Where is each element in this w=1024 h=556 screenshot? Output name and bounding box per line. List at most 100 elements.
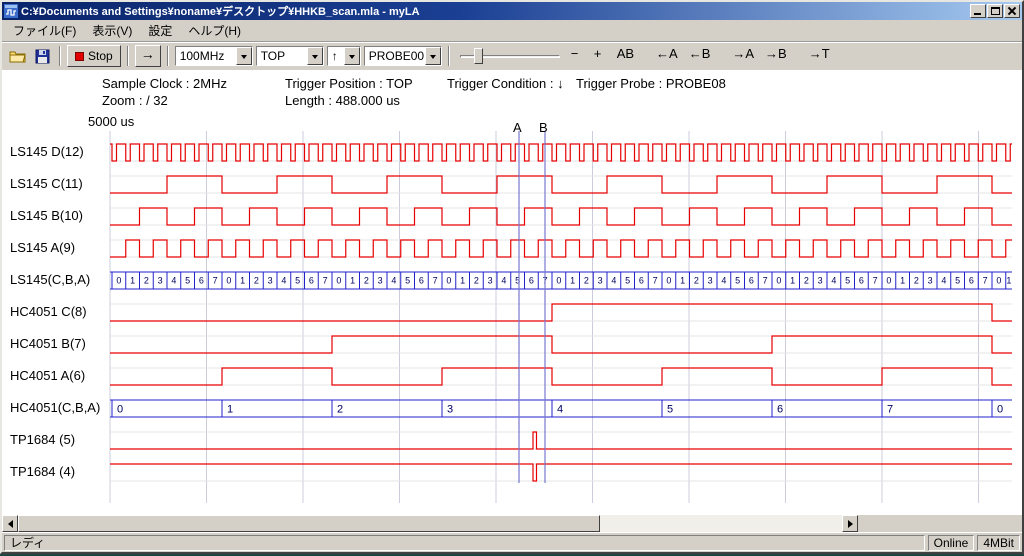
bus-value: 2	[584, 276, 589, 286]
toolbar-separator	[59, 46, 61, 66]
goto-marker-b-left-button[interactable]: ←B	[685, 46, 715, 66]
bus-value: 1	[790, 276, 795, 286]
status-bar: レディ Online 4MBit	[2, 532, 1022, 552]
horizontal-scrollbar[interactable]	[2, 515, 858, 532]
zoom-slider[interactable]	[460, 46, 560, 66]
bus-value: 1	[460, 276, 465, 286]
waveform-canvas[interactable]: 0123456701234567012345670123456701234567…	[2, 131, 1022, 515]
sample-clock-value: 100MHz	[176, 47, 236, 65]
signal-label[interactable]: HC4051(C,B,A)	[10, 399, 100, 416]
chevron-down-icon[interactable]	[425, 47, 441, 65]
goto-marker-b-right-button[interactable]: →B	[761, 46, 791, 66]
menu-item-view[interactable]: 表示(V)	[84, 20, 140, 41]
bus-value: 6	[639, 276, 644, 286]
scroll-left-button[interactable]	[2, 515, 18, 532]
open-file-button[interactable]	[6, 45, 28, 67]
waveform-trace	[110, 176, 1012, 193]
bus-value: 1	[900, 276, 905, 286]
trigger-probe-select[interactable]: PROBE00	[364, 46, 442, 66]
minimize-icon	[974, 13, 981, 15]
scrollbar-track[interactable]	[18, 515, 842, 532]
minimize-button[interactable]	[970, 4, 986, 18]
maximize-button[interactable]	[987, 4, 1003, 18]
bus-value: 6	[859, 276, 864, 286]
bus-value: 6	[749, 276, 754, 286]
chevron-down-icon[interactable]	[307, 47, 323, 65]
bus-value: 7	[433, 276, 438, 286]
close-icon	[1007, 6, 1017, 16]
bus-value: 3	[268, 276, 273, 286]
menu-item-settings[interactable]: 設定	[140, 20, 180, 41]
marker-label-a[interactable]: A	[513, 120, 522, 135]
chevron-down-icon[interactable]	[344, 47, 360, 65]
signal-label[interactable]: LS145 A(9)	[10, 239, 75, 256]
signal-label[interactable]: HC4051 A(6)	[10, 367, 85, 384]
folder-open-icon	[9, 49, 26, 63]
info-trigger-condition: Trigger Condition : ↓	[447, 76, 564, 91]
signal-label[interactable]: LS145(C,B,A)	[10, 271, 90, 288]
run-button[interactable]: →	[135, 45, 161, 67]
bus-value: 7	[887, 404, 893, 416]
bus-value: 0	[226, 276, 231, 286]
bus-value: 3	[447, 404, 453, 416]
bus-value: 4	[941, 276, 946, 286]
bus-value: 2	[144, 276, 149, 286]
chevron-down-icon[interactable]	[236, 47, 252, 65]
signal-label[interactable]: LS145 C(11)	[10, 175, 83, 192]
scrollbar-row	[2, 515, 1022, 532]
scrollbar-thumb[interactable]	[18, 515, 600, 532]
bus-value: 4	[281, 276, 286, 286]
signal-label[interactable]: TP1684 (4)	[10, 463, 75, 480]
menu-item-file[interactable]: ファイル(F)	[5, 20, 84, 41]
menu-bar: ファイル(F) 表示(V) 設定 ヘルプ(H)	[2, 20, 1022, 41]
zoom-in-button[interactable]: +	[590, 46, 610, 66]
bus-value: 7	[213, 276, 218, 286]
bus-value: 4	[171, 276, 176, 286]
bus-value: 3	[158, 276, 163, 286]
sample-clock-select[interactable]: 100MHz	[175, 46, 253, 66]
bus-value: 7	[323, 276, 328, 286]
waveform-trace	[110, 144, 1012, 161]
status-memory: 4MBit	[977, 535, 1020, 551]
signal-label[interactable]: LS145 D(12)	[10, 143, 84, 160]
trigger-position-select[interactable]: TOP	[256, 46, 324, 66]
trigger-edge-select[interactable]: ↑	[327, 46, 361, 66]
close-button[interactable]	[1004, 4, 1020, 18]
bus-value: 2	[914, 276, 919, 286]
bus-value: 0	[446, 276, 451, 286]
waveform-area: Sample Clock : 2MHz Trigger Position : T…	[2, 70, 1022, 515]
scroll-right-button[interactable]	[842, 515, 858, 532]
bus-value: 5	[185, 276, 190, 286]
goto-trigger-button[interactable]: →T	[805, 46, 834, 66]
bus-value: 3	[708, 276, 713, 286]
bus-value: 2	[337, 404, 343, 416]
bus-value: 0	[116, 276, 121, 286]
goto-marker-a-left-button[interactable]: ←A	[652, 46, 682, 66]
save-file-button[interactable]	[31, 45, 53, 67]
bus-value: 1	[570, 276, 575, 286]
signal-label[interactable]: HC4051 B(7)	[10, 335, 86, 352]
marker-label-b[interactable]: B	[539, 120, 548, 135]
bus-value: 6	[529, 276, 534, 286]
bus-value: 1	[350, 276, 355, 286]
ab-markers-button[interactable]: AB	[613, 46, 638, 66]
signal-label[interactable]: LS145 B(10)	[10, 207, 83, 224]
menu-item-help[interactable]: ヘルプ(H)	[180, 20, 249, 41]
zoom-out-button[interactable]: −	[567, 46, 587, 66]
signal-label[interactable]: HC4051 C(8)	[10, 303, 87, 320]
save-icon	[35, 49, 50, 64]
slider-thumb[interactable]	[474, 48, 483, 64]
bus-value: 5	[955, 276, 960, 286]
bus-value: 1	[130, 276, 135, 286]
app-window: C:¥Documents and Settings¥noname¥デスクトップ¥…	[0, 0, 1024, 554]
waveform-trace	[110, 464, 1012, 481]
goto-marker-a-right-button[interactable]: →A	[728, 46, 758, 66]
info-zoom: Zoom : / 32	[102, 93, 168, 108]
stop-button[interactable]: Stop	[67, 45, 121, 67]
bus-value: 4	[831, 276, 836, 286]
title-bar[interactable]: C:¥Documents and Settings¥noname¥デスクトップ¥…	[2, 2, 1022, 20]
signal-label[interactable]: TP1684 (5)	[10, 431, 75, 448]
bus-value: 6	[309, 276, 314, 286]
bus-value: 5	[295, 276, 300, 286]
window-title: C:¥Documents and Settings¥noname¥デスクトップ¥…	[21, 3, 967, 19]
